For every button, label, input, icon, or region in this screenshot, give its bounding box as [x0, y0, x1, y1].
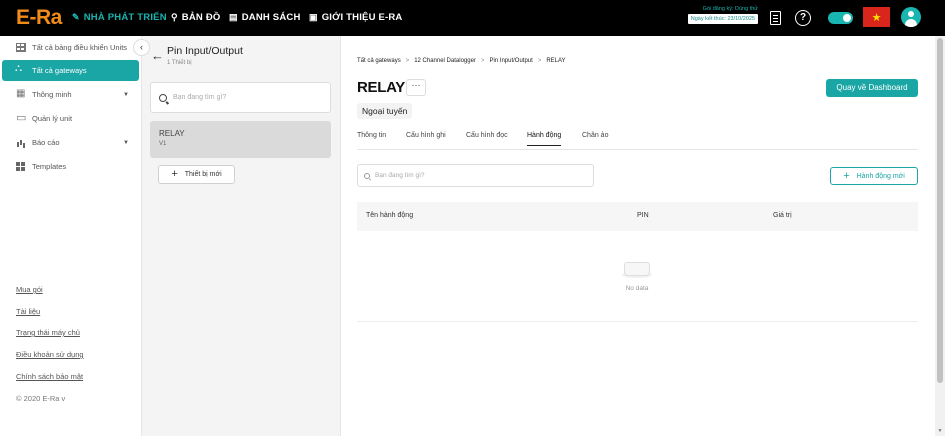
tab-virtual-pins[interactable]: Chân ảo	[582, 132, 608, 139]
link-docs[interactable]: Tài liệu	[16, 307, 40, 316]
sidebar-item-templates[interactable]: Templates	[2, 156, 139, 177]
breadcrumb-pin-io[interactable]: Pin Input/Output	[489, 58, 532, 64]
theme-toggle[interactable]	[828, 12, 853, 24]
bar-chart-icon	[16, 138, 26, 147]
nav-developer[interactable]: ✎ NHÀ PHÁT TRIỂN	[72, 12, 167, 23]
era-logo[interactable]: E-Ra	[16, 6, 62, 30]
sidebar: Tất cả bảng điều khiển Units Tất cả gate…	[0, 36, 142, 436]
vietnam-flag-icon[interactable]: ★	[863, 7, 890, 27]
tab-write-config[interactable]: Cấu hình ghi	[406, 132, 446, 139]
link-server-status[interactable]: Trạng thái máy chủ	[16, 328, 80, 337]
device-search-input[interactable]: Bạn đang tìm gì?	[150, 82, 331, 113]
user-avatar[interactable]	[901, 7, 921, 27]
caret-down-icon: ▼	[123, 139, 129, 146]
new-device-label: Thiết bị mới	[184, 171, 222, 178]
unit-icon	[16, 111, 26, 124]
tab-actions[interactable]: Hành động	[527, 132, 562, 146]
sidebar-item-reports[interactable]: Báo cáo ▼	[2, 132, 139, 153]
link-privacy[interactable]: Chính sách bảo mật	[16, 372, 83, 381]
sidebar-item-label: Templates	[32, 162, 67, 171]
scroll-down-icon[interactable]: ▼	[936, 428, 944, 434]
device-version: V1	[159, 141, 167, 147]
sidebar-item-label: Báo cáo	[32, 138, 60, 147]
nav-map[interactable]: ⚲ BẢN ĐỒ	[171, 12, 220, 23]
dashboard-icon	[16, 43, 26, 52]
table-header: Tên hành động PIN Giá trị	[357, 202, 918, 231]
map-pin-icon: ⚲	[171, 12, 178, 22]
column-pin: PIN	[637, 212, 649, 219]
sidebar-item-label: Thông minh	[32, 90, 72, 99]
expiry-badge: Ngày kết thúc: 23/10/2025	[687, 14, 758, 24]
nav-about-label: GIỚI THIỆU E-RA	[321, 12, 403, 23]
column-action-name: Tên hành động	[366, 212, 414, 219]
new-action-label: Hành động mới	[856, 172, 905, 180]
smart-icon	[16, 88, 26, 99]
breadcrumb: Tất cả gateways > 12 Channel Datalogger …	[357, 58, 566, 64]
sidebar-item-dashboards[interactable]: Tất cả bảng điều khiển Units	[2, 37, 139, 58]
more-options-button[interactable]: ···	[406, 79, 426, 96]
sidebar-item-unit-management[interactable]: Quản lý unit	[2, 108, 139, 129]
tab-info[interactable]: Thông tin	[357, 132, 386, 139]
copyright: © 2020 E-Ra v	[16, 394, 66, 403]
device-name: RELAY	[159, 129, 185, 138]
list-icon: ▤	[229, 12, 238, 22]
main-content: Tất cả gateways > 12 Channel Datalogger …	[342, 36, 935, 436]
collapse-sidebar-button[interactable]: ‹	[133, 39, 150, 56]
templates-icon	[16, 162, 26, 171]
plus-icon: +	[843, 169, 850, 182]
back-arrow-icon[interactable]: ←	[151, 48, 164, 63]
link-buy-plan[interactable]: Mua gói	[16, 285, 43, 294]
sidebar-item-label: Quản lý unit	[32, 114, 73, 123]
sidebar-item-label: Tất cả gateways	[32, 66, 87, 75]
action-search-input[interactable]: Bạn đang tìm gì?	[357, 164, 594, 187]
info-icon: ▣	[309, 12, 318, 22]
search-placeholder: Bạn đang tìm gì?	[375, 172, 425, 179]
page-title: RELAY	[357, 79, 405, 96]
device-card[interactable]: RELAY V1	[150, 121, 331, 158]
document-icon[interactable]	[770, 11, 781, 25]
caret-down-icon: ▼	[123, 91, 129, 98]
breadcrumb-relay: RELAY	[546, 58, 566, 64]
nav-map-label: BẢN ĐỒ	[181, 12, 221, 23]
nav-list[interactable]: ▤ DANH SÁCH	[229, 12, 301, 23]
nav-developer-label: NHÀ PHÁT TRIỂN	[83, 12, 167, 23]
tab-bar: Thông tin Cấu hình ghi Cấu hình đọc Hành…	[357, 128, 918, 150]
back-to-dashboard-button[interactable]: Quay về Dashboard	[826, 79, 918, 97]
column-value: Giá trị	[773, 212, 792, 219]
search-icon	[159, 93, 167, 102]
network-icon	[15, 63, 26, 75]
sidebar-item-label: Tất cả bảng điều khiển Units	[32, 43, 128, 52]
device-panel: ← Pin Input/Output 1 Thiết bị Bạn đang t…	[142, 36, 341, 436]
wrench-icon: ✎	[72, 12, 80, 22]
empty-inbox-icon	[622, 256, 652, 278]
search-placeholder: Bạn đang tìm gì?	[173, 94, 227, 101]
table-divider	[357, 321, 918, 322]
search-icon	[364, 172, 370, 179]
subscription-info: Gói đăng ký: Dùng thử Ngày kết thúc: 23/…	[672, 6, 758, 24]
new-action-button[interactable]: + Hành động mới	[830, 167, 918, 185]
breadcrumb-gateways[interactable]: Tất cả gateways	[357, 58, 401, 64]
tab-read-config[interactable]: Cấu hình đọc	[466, 132, 508, 139]
nav-about[interactable]: ▣ GIỚI THIỆU E-RA	[309, 12, 403, 23]
scrollbar-thumb[interactable]	[937, 38, 943, 383]
help-icon[interactable]: ?	[795, 10, 811, 26]
panel-title: Pin Input/Output	[167, 45, 243, 57]
link-terms[interactable]: Điều khoản sử dụng	[16, 350, 84, 359]
plus-icon: +	[171, 168, 178, 180]
status-badge: Ngoại tuyến	[357, 103, 413, 119]
sidebar-item-gateways[interactable]: Tất cả gateways	[2, 60, 139, 81]
subscription-label: Gói đăng ký: Dùng thử	[702, 6, 758, 12]
new-device-button[interactable]: + Thiết bị mới	[158, 165, 235, 184]
sidebar-item-smart[interactable]: Thông minh ▼	[2, 84, 139, 105]
breadcrumb-datalogger[interactable]: 12 Channel Datalogger	[414, 58, 476, 64]
empty-state-text: No data	[625, 285, 649, 292]
nav-list-label: DANH SÁCH	[241, 12, 301, 23]
top-header: E-Ra ✎ NHÀ PHÁT TRIỂN ⚲ BẢN ĐỒ ▤ DANH SÁ…	[0, 0, 945, 36]
panel-subtitle: 1 Thiết bị	[167, 60, 192, 66]
